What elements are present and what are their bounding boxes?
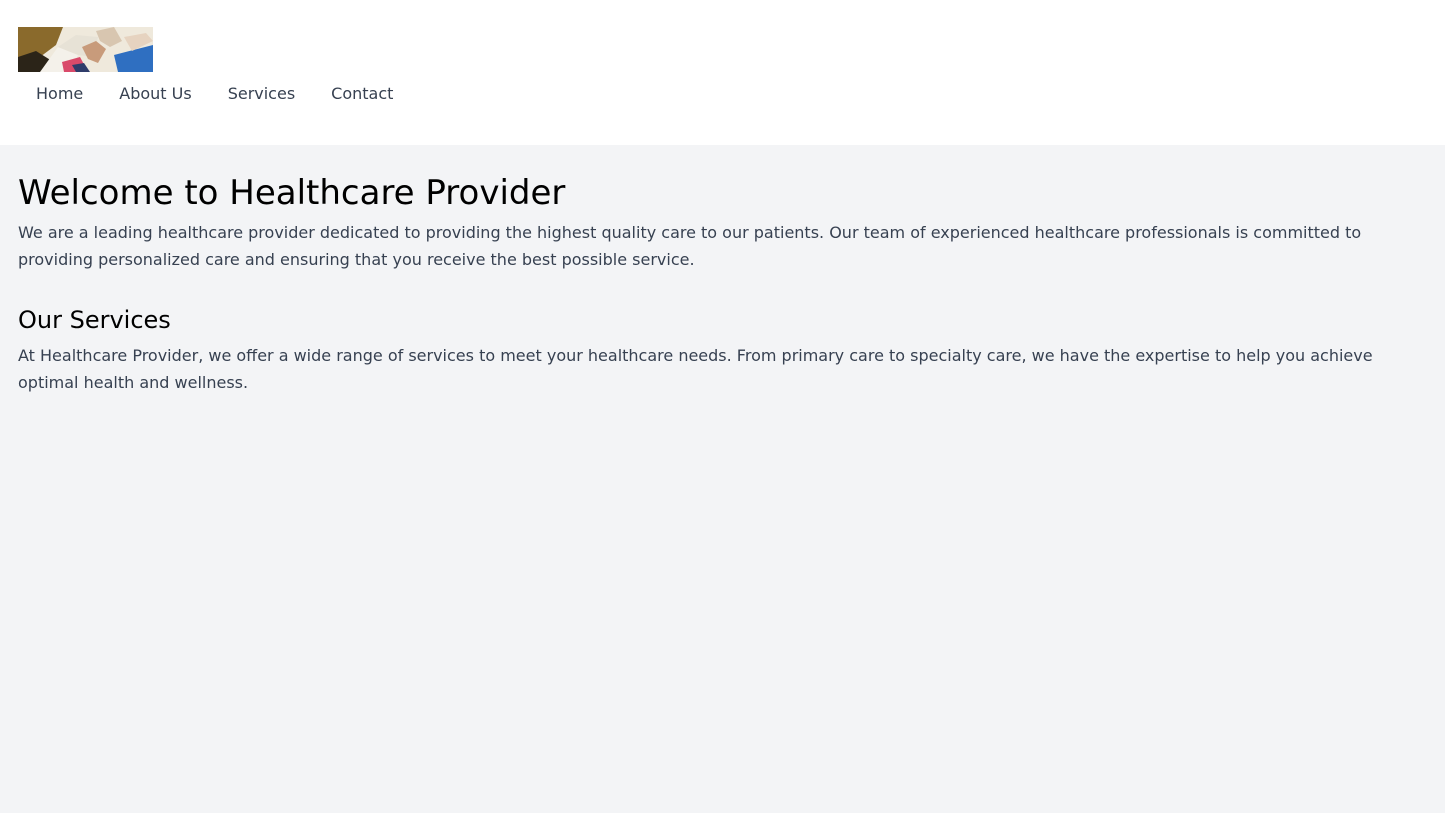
main-nav: Home About Us Services Contact <box>18 79 1427 109</box>
nav-services-link[interactable]: Services <box>210 79 313 109</box>
services-section: Our Services At Healthcare Provider, we … <box>18 304 1427 396</box>
nav-about-link[interactable]: About Us <box>101 79 209 109</box>
main-content: Welcome to Healthcare Provider We are a … <box>0 145 1445 396</box>
welcome-section: Welcome to Healthcare Provider We are a … <box>18 173 1427 273</box>
welcome-text: We are a leading healthcare provider ded… <box>18 223 1362 269</box>
nav-contact-link[interactable]: Contact <box>313 79 411 109</box>
site-header: Home About Us Services Contact <box>0 0 1445 145</box>
logo-image[interactable] <box>18 27 153 72</box>
healthcare-photo-icon <box>18 27 153 72</box>
nav-home-link[interactable]: Home <box>18 79 101 109</box>
services-text: At Healthcare Provider, we offer a wide … <box>18 346 1373 392</box>
welcome-title: Welcome to Healthcare Provider <box>18 173 566 213</box>
services-title: Our Services <box>18 306 171 334</box>
